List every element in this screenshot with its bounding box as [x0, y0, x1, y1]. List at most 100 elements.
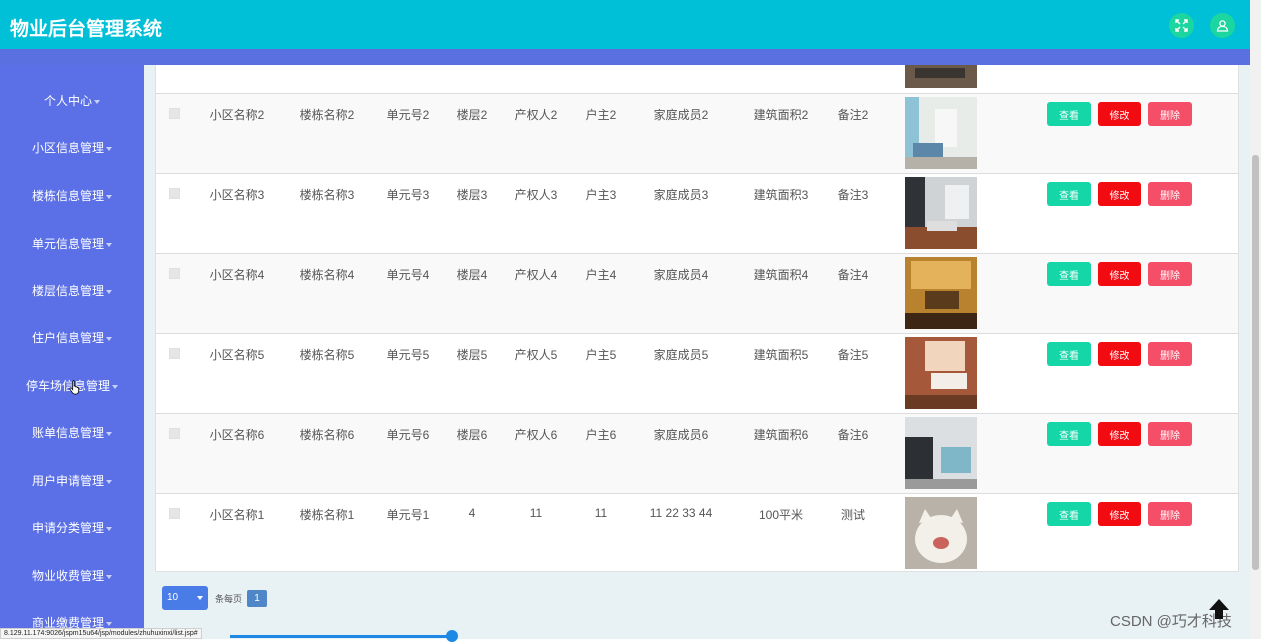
user-icon[interactable] — [1210, 13, 1235, 38]
cell-unit: 单元号6 — [386, 428, 430, 442]
cell-area: 建筑面积6 — [753, 428, 809, 442]
chevron-down-icon — [106, 479, 112, 484]
loft-photo — [905, 417, 977, 489]
table-row: 小区名称6 楼栋名称6 单元号6 楼层6 产权人6 户主6 家庭成员6 建筑面积… — [156, 413, 1238, 493]
cell-area: 建筑面积5 — [753, 348, 809, 362]
edit-button[interactable]: 修改 — [1098, 102, 1141, 126]
cell-area: 建筑面积4 — [753, 268, 809, 282]
view-button[interactable]: 查看 — [1047, 502, 1091, 526]
view-button[interactable]: 查看 — [1047, 262, 1091, 286]
sidebar-item-personal-center[interactable]: 个人中心 — [0, 92, 144, 109]
sidebar-item-unit[interactable]: 单元信息管理 — [0, 235, 144, 252]
living-room-photo — [905, 177, 977, 249]
edit-button[interactable]: 修改 — [1098, 422, 1141, 446]
chevron-down-icon — [106, 336, 112, 341]
cell-building: 楼栋名称3 — [299, 188, 355, 202]
table-row: 小区名称1 楼栋名称1 单元号1 4 11 11 11 22 33 44 100… — [156, 493, 1238, 571]
chevron-down-icon — [106, 574, 112, 579]
cell-note: 备注4 — [837, 268, 869, 282]
delete-button[interactable]: 删除 — [1148, 342, 1192, 366]
cell-householder: 户主5 — [585, 348, 617, 362]
edit-button[interactable]: 修改 — [1098, 502, 1141, 526]
table-row: 小区名称5 楼栋名称5 单元号5 楼层5 产权人5 户主5 家庭成员5 建筑面积… — [156, 333, 1238, 413]
sidebar-item-label: 申请分类管理 — [31, 521, 104, 535]
header-strip — [0, 49, 1250, 65]
cell-note: 备注3 — [837, 188, 869, 202]
sidebar-item-community[interactable]: 小区信息管理 — [0, 139, 144, 156]
row-checkbox[interactable] — [169, 508, 180, 519]
row-checkbox[interactable] — [169, 428, 180, 439]
app-title: 物业后台管理系统 — [10, 19, 163, 40]
load-progress-dot — [446, 630, 458, 642]
expand-icon[interactable] — [1169, 13, 1194, 38]
cell-unit: 单元号1 — [386, 508, 430, 522]
chevron-down-icon — [94, 99, 100, 104]
cell-area: 100平米 — [758, 508, 804, 522]
table-row: 小区名称2 楼栋名称2 单元号2 楼层2 产权人2 户主2 家庭成员2 建筑面积… — [156, 93, 1238, 173]
cell-members: 家庭成员6 — [653, 428, 709, 442]
view-button[interactable]: 查看 — [1047, 422, 1091, 446]
main-content: 小区名称2 楼栋名称2 单元号2 楼层2 产权人2 户主2 家庭成员2 建筑面积… — [144, 65, 1250, 639]
sidebar-item-building[interactable]: 楼栋信息管理 — [0, 187, 144, 204]
back-to-top-icon[interactable] — [1206, 596, 1232, 622]
view-button[interactable]: 查看 — [1047, 342, 1091, 366]
edit-button[interactable]: 修改 — [1098, 182, 1141, 206]
sidebar-item-property-fee[interactable]: 物业收费管理 — [0, 567, 144, 584]
sidebar-item-bill[interactable]: 账单信息管理 — [0, 424, 144, 441]
row-checkbox[interactable] — [169, 188, 180, 199]
chevron-down-icon — [106, 242, 112, 247]
scrollbar-thumb[interactable] — [1252, 155, 1259, 570]
cell-note: 备注5 — [837, 348, 869, 362]
sidebar-item-label: 单元信息管理 — [31, 237, 104, 251]
delete-button[interactable]: 删除 — [1148, 262, 1192, 286]
sidebar-item-label: 小区信息管理 — [31, 141, 104, 155]
cell-unit: 单元号2 — [386, 108, 430, 122]
sidebar-item-application-category[interactable]: 申请分类管理 — [0, 519, 144, 536]
row-checkbox[interactable] — [169, 348, 180, 359]
cell-owner: 产权人2 — [514, 108, 558, 122]
edit-button[interactable]: 修改 — [1098, 342, 1141, 366]
delete-button[interactable]: 删除 — [1148, 422, 1192, 446]
table-row — [156, 65, 1238, 94]
cell-householder: 户主3 — [585, 188, 617, 202]
cell-note: 备注2 — [837, 108, 869, 122]
row-checkbox[interactable] — [169, 108, 180, 119]
living-room-photo — [905, 97, 977, 169]
sidebar-item-label: 个人中心 — [43, 94, 92, 108]
page-size-select[interactable]: 10 — [162, 586, 208, 610]
chevron-down-icon — [106, 621, 112, 626]
delete-button[interactable]: 删除 — [1148, 102, 1192, 126]
cell-owner: 产权人4 — [514, 268, 558, 282]
chevron-down-icon — [106, 194, 112, 199]
load-progress-line — [230, 635, 450, 638]
row-checkbox[interactable] — [169, 268, 180, 279]
chevron-down-icon — [197, 596, 203, 600]
cell-floor: 楼层3 — [456, 188, 488, 202]
sidebar-item-user-application[interactable]: 用户申请管理 — [0, 472, 144, 489]
per-page-label: 条每页 — [215, 594, 243, 604]
view-button[interactable]: 查看 — [1047, 102, 1091, 126]
cell-householder: 户主2 — [585, 108, 617, 122]
edit-button[interactable]: 修改 — [1098, 262, 1141, 286]
delete-button[interactable]: 删除 — [1148, 182, 1192, 206]
chevron-down-icon — [106, 431, 112, 436]
sidebar-item-resident[interactable]: 住户信息管理 — [0, 329, 144, 346]
bedroom-photo — [905, 337, 977, 409]
cell-members: 家庭成员2 — [653, 108, 709, 122]
sidebar-item-floor[interactable]: 楼层信息管理 — [0, 282, 144, 299]
status-url: 8.129.11.174:9026/jspm15u64/jsp/modules/… — [0, 628, 202, 639]
cell-unit: 单元号3 — [386, 188, 430, 202]
cell-floor: 楼层2 — [456, 108, 488, 122]
cell-building: 楼栋名称4 — [299, 268, 355, 282]
cell-householder: 11 — [594, 506, 608, 520]
page-scrollbar[interactable] — [1250, 0, 1261, 639]
cell-community: 小区名称2 — [209, 108, 265, 122]
table-row: 小区名称3 楼栋名称3 单元号3 楼层3 产权人3 户主3 家庭成员3 建筑面积… — [156, 173, 1238, 253]
sidebar-item-label: 物业收费管理 — [31, 569, 104, 583]
chevron-down-icon — [106, 289, 112, 294]
delete-button[interactable]: 删除 — [1148, 502, 1192, 526]
view-button[interactable]: 查看 — [1047, 182, 1091, 206]
page-number-button[interactable]: 1 — [247, 590, 267, 607]
top-header: 物业后台管理系统 — [0, 0, 1250, 49]
sidebar: 个人中心 小区信息管理 楼栋信息管理 单元信息管理 楼层信息管理 住户信息管理 … — [0, 65, 144, 639]
